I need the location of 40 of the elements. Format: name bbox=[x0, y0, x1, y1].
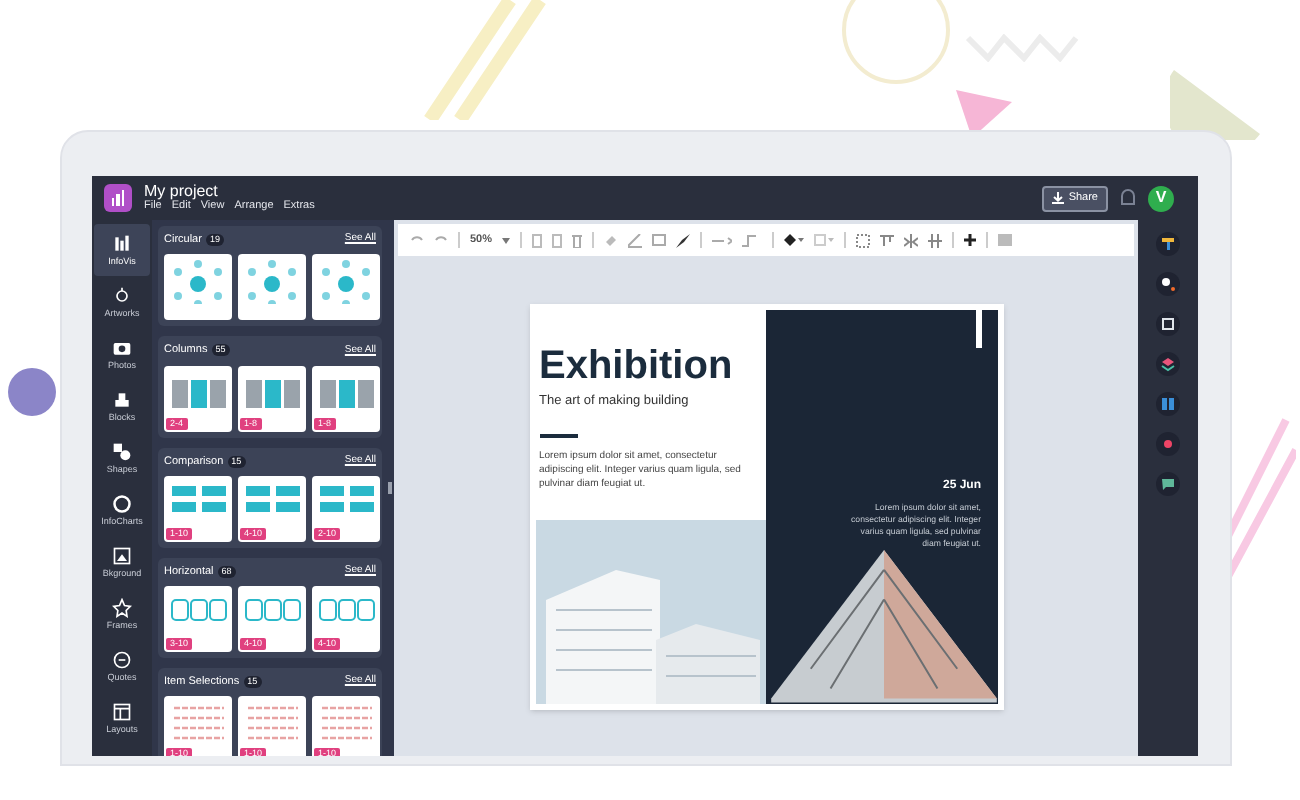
arrow-icon[interactable] bbox=[712, 235, 733, 245]
template-thumbnail[interactable] bbox=[312, 254, 380, 321]
redo-icon[interactable] bbox=[434, 234, 448, 246]
paste-icon[interactable] bbox=[552, 233, 563, 247]
caret-icon[interactable] bbox=[502, 237, 511, 243]
bell-icon[interactable] bbox=[1120, 188, 1136, 208]
stroke-icon[interactable] bbox=[814, 234, 835, 246]
undo-icon[interactable] bbox=[410, 234, 424, 246]
accent-line bbox=[975, 309, 981, 349]
poster-title: Exhibition bbox=[539, 345, 735, 385]
grid-icon[interactable] bbox=[998, 234, 1013, 246]
download-icon bbox=[1052, 192, 1065, 204]
tab-icon bbox=[112, 233, 132, 254]
tab-icon bbox=[112, 337, 132, 358]
frame-icon[interactable] bbox=[1156, 312, 1180, 336]
tab-icon bbox=[112, 285, 132, 306]
layers-icon[interactable] bbox=[1156, 352, 1180, 376]
comment-icon[interactable] bbox=[1156, 472, 1180, 496]
line-icon[interactable] bbox=[628, 233, 643, 247]
trash-icon[interactable] bbox=[572, 233, 583, 247]
copy-icon[interactable] bbox=[532, 233, 543, 247]
tab-icon bbox=[112, 597, 132, 618]
tab-icon bbox=[112, 649, 132, 670]
tab-icon bbox=[112, 493, 132, 514]
fill-color-icon[interactable] bbox=[784, 234, 805, 246]
tab-icon bbox=[112, 389, 132, 410]
panel-resize-handle[interactable] bbox=[388, 220, 394, 756]
accent-bar bbox=[539, 434, 577, 439]
tab-icon bbox=[112, 545, 132, 566]
tab-icon bbox=[112, 441, 132, 462]
square-icon[interactable] bbox=[652, 234, 667, 246]
group-icon[interactable] bbox=[856, 233, 871, 247]
tab-icon bbox=[112, 701, 132, 722]
paint-roller-icon[interactable] bbox=[1156, 232, 1180, 256]
grid-layout-icon[interactable] bbox=[1156, 392, 1180, 416]
template-thumbnail[interactable] bbox=[164, 254, 232, 321]
project-title[interactable]: My project bbox=[144, 183, 315, 200]
template-thumbnail[interactable] bbox=[238, 254, 306, 321]
plus-icon[interactable] bbox=[964, 234, 977, 246]
app-logo-icon bbox=[104, 184, 132, 212]
